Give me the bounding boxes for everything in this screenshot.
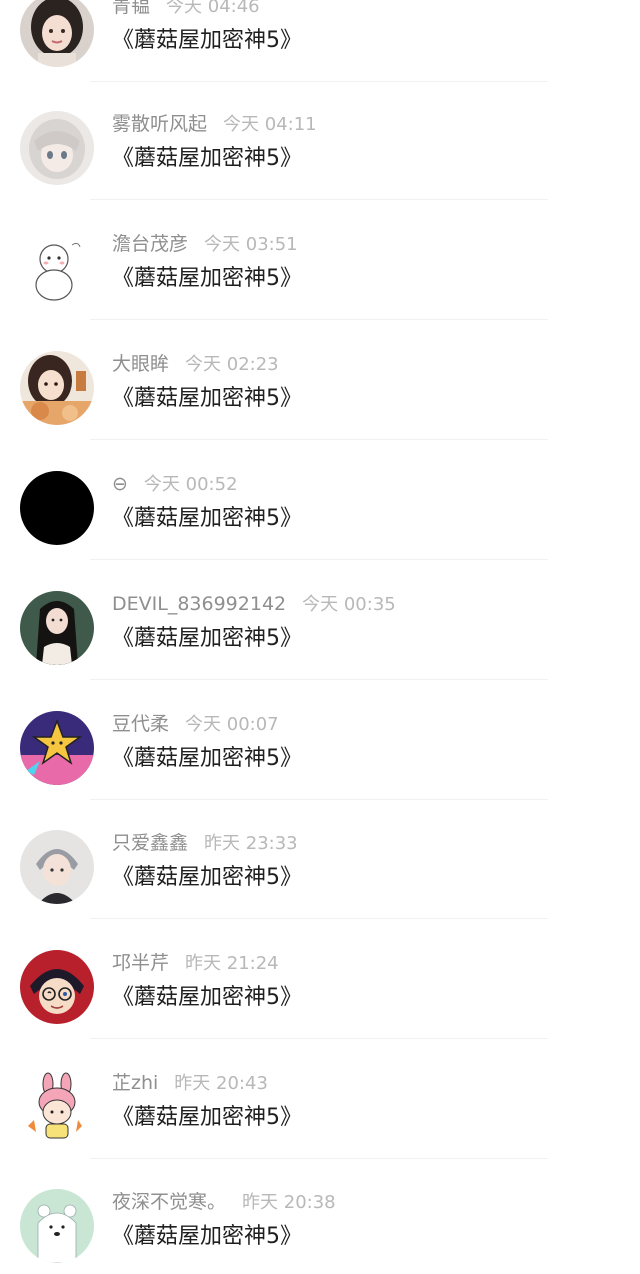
comment-item[interactable]: 邛半芹 昨天 21:24 《蘑菇屋加密神5》 (0, 950, 640, 1070)
username[interactable]: 只爱鑫鑫 (112, 832, 188, 854)
divider (90, 799, 548, 800)
username[interactable]: 豆代柔 (112, 713, 169, 735)
comment-text: 《蘑菇屋加密神5》 (112, 746, 302, 771)
detective-cartoon-avatar[interactable] (20, 950, 94, 1024)
username[interactable]: 芷zhi (112, 1072, 158, 1094)
long-hair-girl-avatar[interactable] (20, 591, 94, 665)
divider (90, 918, 548, 919)
username[interactable]: 邛半芹 (112, 952, 169, 974)
timestamp: 今天 02:23 (185, 354, 279, 375)
comment-text: 《蘑菇屋加密神5》 (112, 985, 302, 1010)
comment-item[interactable]: 夜深不觉寒。 昨天 20:38 《蘑菇屋加密神5》 (0, 1189, 640, 1274)
comment-meta: 豆代柔 今天 00:07 (112, 711, 279, 737)
username[interactable]: 夜深不觉寒。 (112, 1191, 226, 1213)
comment-item[interactable]: 青韫 今天 04:46 《蘑菇屋加密神5》 (0, 0, 640, 113)
timestamp: 今天 03:51 (204, 234, 298, 255)
comment-item[interactable]: 大眼眸 今天 02:23 《蘑菇屋加密神5》 (0, 351, 640, 471)
comment-item[interactable]: 澹台茂彦 今天 03:51 《蘑菇屋加密神5》 (0, 231, 640, 351)
bunny-hat-cartoon-avatar[interactable] (20, 1070, 94, 1144)
timestamp: 今天 00:07 (185, 714, 279, 735)
username[interactable]: ⊖ (112, 473, 128, 495)
divider (90, 81, 548, 82)
divider (90, 1038, 548, 1039)
divider (90, 319, 548, 320)
comment-item[interactable]: ⊖ 今天 00:52 《蘑菇屋加密神5》 (0, 471, 640, 591)
comment-meta: 澹台茂彦 今天 03:51 (112, 231, 298, 257)
comment-text: 《蘑菇屋加密神5》 (112, 1224, 302, 1249)
comment-text: 《蘑菇屋加密神5》 (112, 1105, 302, 1130)
comment-text: 《蘑菇屋加密神5》 (112, 626, 302, 651)
girl-portrait-avatar[interactable] (20, 0, 94, 67)
username[interactable]: 青韫 (112, 0, 150, 17)
comment-meta: 邛半芹 昨天 21:24 (112, 950, 279, 976)
comment-meta: 大眼眸 今天 02:23 (112, 351, 279, 377)
comment-text: 《蘑菇屋加密神5》 (112, 506, 302, 531)
username[interactable]: 澹台茂彦 (112, 233, 188, 255)
comment-text: 《蘑菇屋加密神5》 (112, 28, 302, 53)
divider (90, 199, 548, 200)
timestamp: 昨天 23:33 (204, 833, 298, 854)
comment-text: 《蘑菇屋加密神5》 (112, 146, 302, 171)
star-cartoon-avatar[interactable] (20, 711, 94, 785)
divider (90, 1158, 548, 1159)
timestamp: 昨天 21:24 (185, 953, 279, 974)
comment-item[interactable]: DEVIL_836992142 今天 00:35 《蘑菇屋加密神5》 (0, 591, 640, 711)
comment-item[interactable]: 豆代柔 今天 00:07 《蘑菇屋加密神5》 (0, 711, 640, 831)
timestamp: 今天 04:11 (223, 114, 317, 135)
username[interactable]: DEVIL_836992142 (112, 593, 286, 615)
username[interactable]: 大眼眸 (112, 353, 169, 375)
comment-meta: 雾散听风起 今天 04:11 (112, 111, 317, 137)
comment-meta: 只爱鑫鑫 昨天 23:33 (112, 830, 298, 856)
snowman-sketch-avatar[interactable] (20, 231, 94, 305)
illustrated-girl-avatar[interactable] (20, 351, 94, 425)
comment-meta: ⊖ 今天 00:52 (112, 471, 238, 497)
timestamp: 今天 04:46 (166, 0, 260, 17)
timestamp: 今天 00:52 (143, 474, 238, 495)
comment-item[interactable]: 雾散听风起 今天 04:11 《蘑菇屋加密神5》 (0, 111, 640, 231)
divider (90, 679, 548, 680)
comment-item[interactable]: 只爱鑫鑫 昨天 23:33 《蘑菇屋加密神5》 (0, 830, 640, 950)
black-circle-avatar[interactable] (20, 471, 94, 545)
anime-boy-avatar[interactable] (20, 830, 94, 904)
timestamp: 昨天 20:43 (174, 1073, 268, 1094)
divider (90, 559, 548, 560)
divider (90, 439, 548, 440)
polar-bear-avatar[interactable] (20, 1189, 94, 1263)
comment-meta: 夜深不觉寒。 昨天 20:38 (112, 1189, 336, 1215)
comment-list: 青韫 今天 04:46 《蘑菇屋加密神5》 雾散听风起 今天 04:11 《蘑菇屋加… (0, 0, 640, 1274)
comment-meta: 青韫 今天 04:46 (112, 0, 260, 19)
comment-meta: 芷zhi 昨天 20:43 (112, 1070, 268, 1096)
comment-item[interactable]: 芷zhi 昨天 20:43 《蘑菇屋加密神5》 (0, 1070, 640, 1190)
timestamp: 今天 00:35 (302, 594, 396, 615)
comment-text: 《蘑菇屋加密神5》 (112, 865, 302, 890)
username[interactable]: 雾散听风起 (112, 113, 207, 135)
comment-meta: DEVIL_836992142 今天 00:35 (112, 591, 396, 617)
comment-text: 《蘑菇屋加密神5》 (112, 266, 302, 291)
timestamp: 昨天 20:38 (242, 1192, 336, 1213)
anime-white-hair-avatar[interactable] (20, 111, 94, 185)
comment-text: 《蘑菇屋加密神5》 (112, 386, 302, 411)
